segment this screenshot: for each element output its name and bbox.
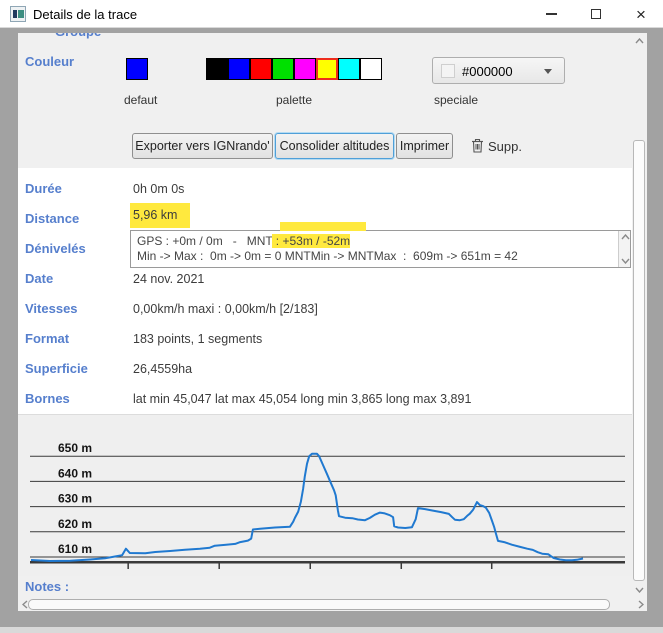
y-axis-tick-label: 650 m (58, 441, 92, 455)
superficie-value: 26,4559ha (133, 362, 192, 376)
vertical-scrollbar-thumb[interactable] (633, 140, 645, 581)
horizontal-scrollbar-thumb[interactable] (28, 599, 610, 610)
color-section: Groupe Couleur defaut palette #000000 sp… (18, 33, 632, 168)
duree-value: 0h 0m 0s (133, 182, 184, 196)
y-axis-tick-label: 630 m (58, 492, 92, 506)
groupe-label-clipped: Groupe (55, 33, 125, 42)
bornes-label: Bornes (25, 391, 70, 406)
y-axis-tick-label: 620 m (58, 517, 92, 531)
superficie-label: Superficie (25, 361, 88, 376)
minimize-icon (546, 13, 557, 15)
dialog-content: Groupe Couleur defaut palette #000000 sp… (18, 33, 632, 598)
scroll-up-button[interactable] (632, 33, 647, 49)
scroll-up-icon (635, 38, 644, 44)
scroll-right-button[interactable] (634, 598, 647, 611)
date-value: 24 nov. 2021 (133, 272, 204, 286)
palette-swatch[interactable] (272, 58, 294, 80)
palette-row (206, 58, 382, 80)
palette-swatch[interactable] (294, 58, 316, 80)
chevron-down-icon (544, 69, 552, 74)
palette-swatch[interactable] (316, 58, 338, 80)
deniveles-scrollbar[interactable] (618, 231, 630, 267)
window-title: Details de la trace (33, 7, 137, 22)
speciale-swatch-icon (441, 64, 455, 78)
maximize-icon (591, 9, 601, 19)
maximize-button[interactable] (580, 0, 612, 28)
consolidate-altitudes-button[interactable]: Consolider altitudes (275, 133, 394, 159)
scroll-left-icon (22, 600, 28, 609)
app-icon (10, 6, 26, 22)
print-button[interactable]: Imprimer (396, 133, 453, 159)
title-bar: Details de la trace × (0, 0, 663, 28)
bornes-value: lat min 45,047 lat max 45,054 long min 3… (133, 392, 471, 406)
deniveles-line2: Min -> Max : 0m -> 0m = 0 MNTMin -> MNTM… (137, 249, 518, 263)
distance-value: 5,96 km (133, 208, 177, 222)
speciale-value: #000000 (462, 64, 513, 79)
palette-caption: palette (206, 93, 382, 107)
close-icon: × (636, 6, 646, 23)
minimize-button[interactable] (535, 0, 567, 28)
palette-swatch[interactable] (338, 58, 360, 80)
couleur-label: Couleur (25, 54, 74, 69)
notes-label: Notes : (25, 579, 69, 594)
scroll-up-icon (621, 234, 630, 240)
format-value: 183 points, 1 segments (133, 332, 262, 346)
deniveles-line1: GPS : +0m / 0m - MNT : +53m / -52m (137, 234, 350, 248)
deniveles-highlight-strip (280, 222, 366, 231)
vertical-scrollbar[interactable] (632, 33, 647, 598)
duree-label: Durée (25, 181, 62, 196)
export-ignrando-button[interactable]: Exporter vers IGNrando' (132, 133, 273, 159)
distance-label: Distance (25, 211, 79, 226)
palette-swatch[interactable] (206, 58, 228, 80)
scroll-down-icon (621, 258, 630, 264)
scroll-right-icon (638, 600, 644, 609)
default-color-swatch[interactable] (126, 58, 148, 80)
details-section: Durée 0h 0m 0s Distance 5,96 km Dénivelé… (18, 168, 632, 414)
palette-swatch[interactable] (360, 58, 382, 80)
horizontal-scrollbar[interactable] (18, 598, 647, 611)
y-axis-tick-label: 640 m (58, 466, 92, 480)
close-button[interactable]: × (625, 0, 657, 28)
defaut-caption: defaut (124, 93, 157, 107)
vitesses-value: 0,00km/h maxi : 0,00km/h [2/183] (133, 302, 318, 316)
elevation-profile-chart: 650 m 640 m 630 m 620 m 610 m (18, 414, 632, 576)
window-bottom-edge (0, 627, 663, 633)
deniveles-mnt-highlight: : +53m / -52m (272, 234, 350, 248)
format-label: Format (25, 331, 69, 346)
vitesses-label: Vitesses (25, 301, 78, 316)
delete-label[interactable]: Supp. (488, 139, 522, 154)
y-axis-tick-label: 610 m (58, 542, 92, 556)
speciale-color-dropdown[interactable]: #000000 (432, 57, 565, 84)
scroll-down-icon (635, 587, 644, 593)
scroll-down-button[interactable] (632, 582, 647, 598)
notes-section: Notes : (18, 576, 632, 598)
palette-swatch[interactable] (228, 58, 250, 80)
palette-swatch[interactable] (250, 58, 272, 80)
speciale-caption: speciale (434, 93, 478, 107)
elevation-line (31, 454, 583, 561)
dialog-window: Details de la trace × Groupe Couleur def… (0, 0, 663, 633)
trash-icon[interactable] (471, 138, 484, 158)
deniveles-box: GPS : +0m / 0m - MNT : +53m / -52m Min -… (130, 230, 631, 268)
deniveles-label: Dénivelés (25, 241, 86, 256)
date-label: Date (25, 271, 53, 286)
